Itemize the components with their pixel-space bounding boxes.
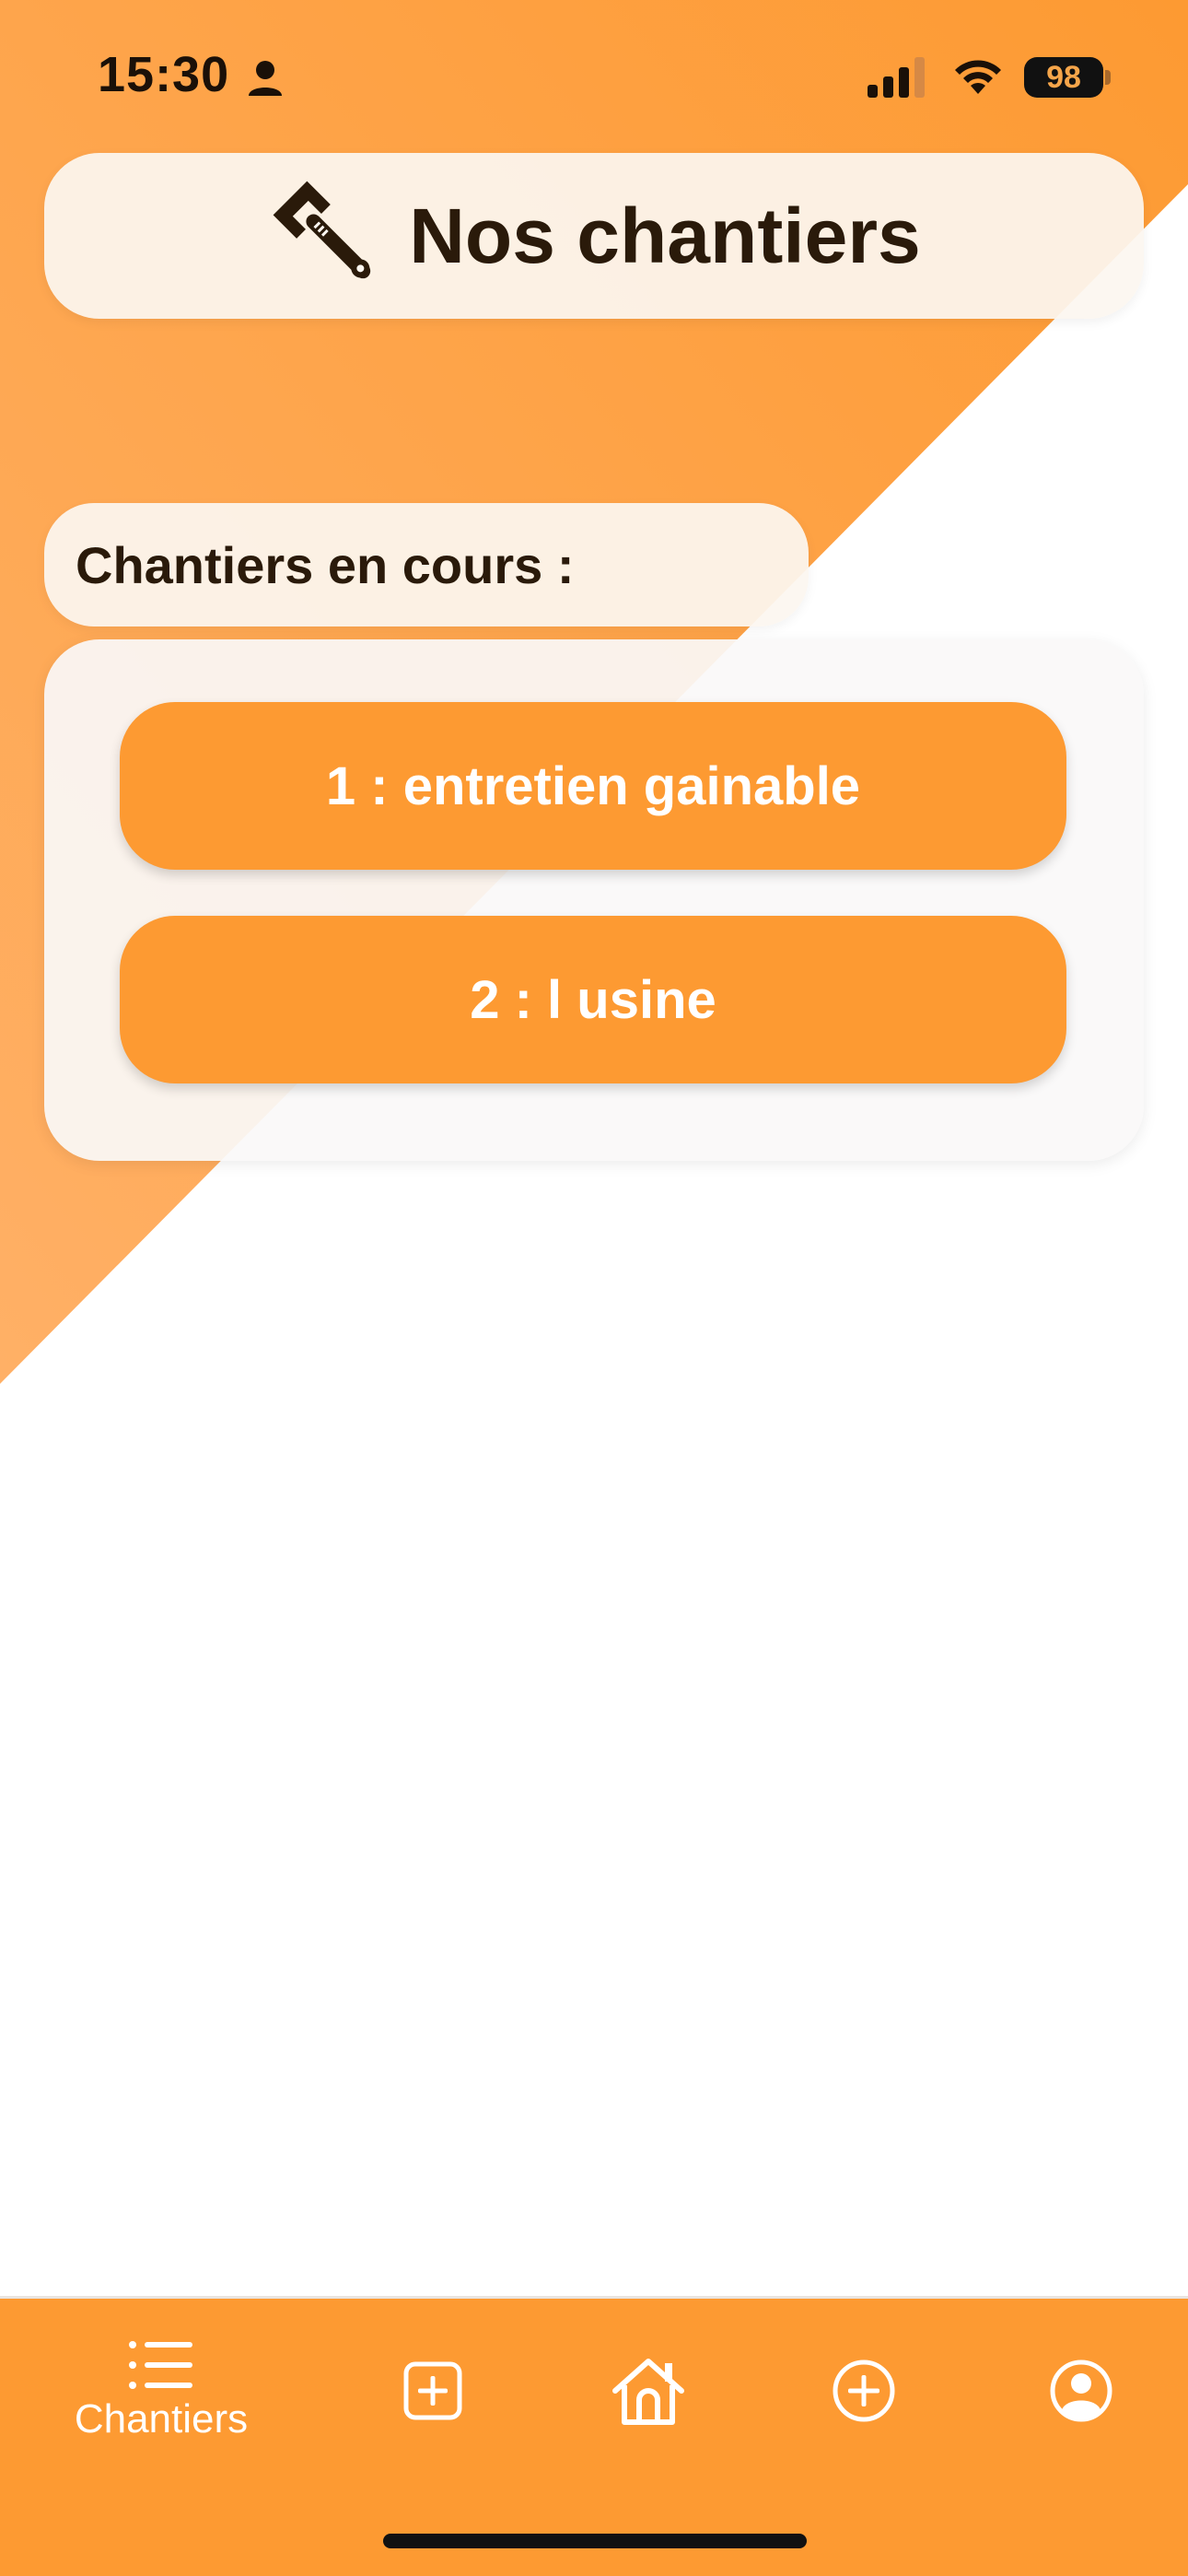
tab-add-circle[interactable] <box>799 2299 928 2483</box>
tab-chantiers[interactable]: Chantiers <box>37 2299 285 2483</box>
chantier-button-2[interactable]: 2 : l usine <box>120 916 1066 1083</box>
tab-profile[interactable] <box>1017 2299 1146 2483</box>
chantier-button-1[interactable]: 1 : entretien gainable <box>120 702 1066 870</box>
tab-home[interactable] <box>584 2299 713 2483</box>
add-circle-icon <box>833 2359 895 2422</box>
battery-tip <box>1105 70 1111 85</box>
home-icon <box>612 2359 684 2425</box>
status-time: 15:30 <box>98 47 230 102</box>
background <box>0 0 1188 2576</box>
person-icon <box>249 61 282 96</box>
wifi-icon <box>955 60 1001 94</box>
chantiers-list: 1 : entretien gainable 2 : l usine <box>44 639 1144 1161</box>
status-bar: 15:30 98 <box>0 0 1188 157</box>
tab-label-chantiers: Chantiers <box>74 2396 249 2441</box>
page-title: Nos chantiers <box>409 192 921 279</box>
battery-indicator: 98 <box>1024 57 1103 98</box>
home-indicator[interactable] <box>383 2534 807 2548</box>
list-icon <box>129 2341 192 2389</box>
section-label: Chantiers en cours : <box>44 503 809 626</box>
cellular-signal-icon <box>868 57 925 98</box>
add-square-icon <box>403 2361 462 2420</box>
page-header: Nos chantiers <box>44 153 1144 319</box>
wrench-icon <box>273 181 371 279</box>
profile-icon <box>1050 2359 1112 2422</box>
tab-add-square[interactable] <box>368 2299 497 2483</box>
